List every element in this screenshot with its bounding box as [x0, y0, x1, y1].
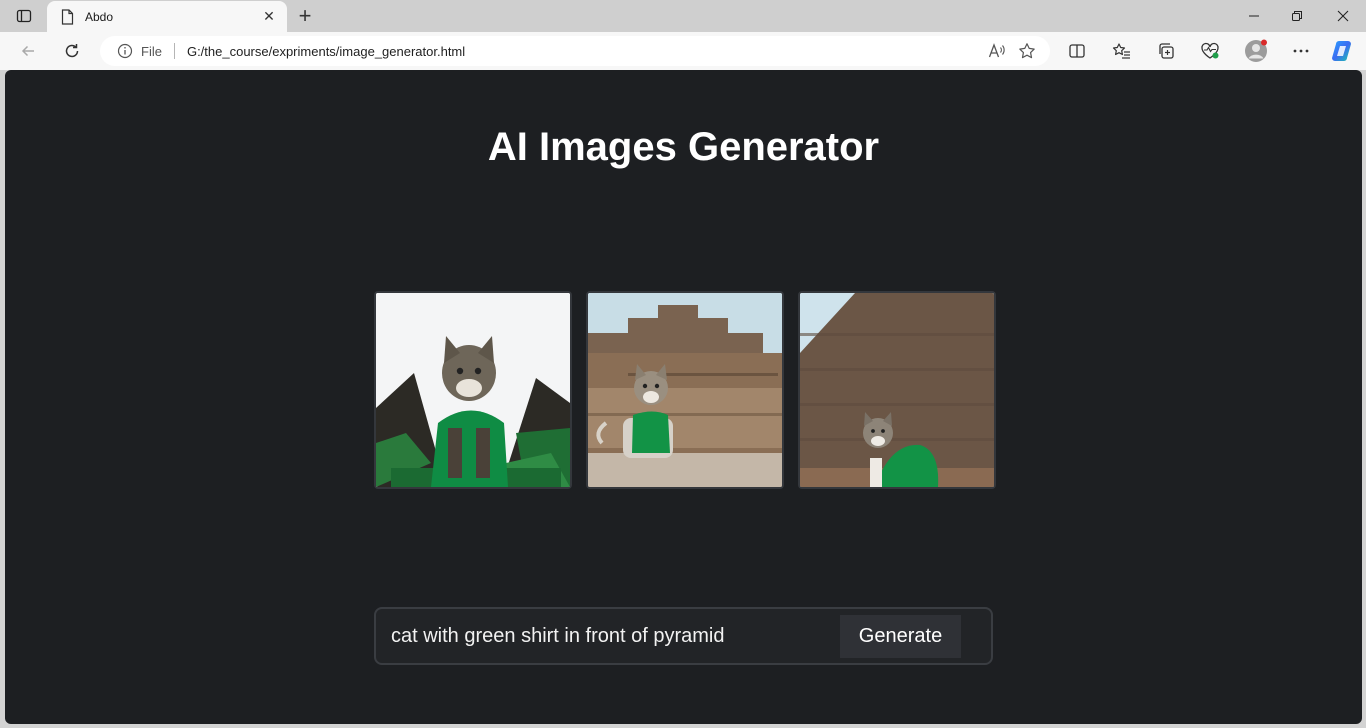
- address-divider: [173, 43, 175, 59]
- address-bar[interactable]: File G:/the_course/expriments/image_gene…: [100, 36, 1050, 66]
- page-viewport: AI Images Generator cat with green shirt…: [5, 70, 1362, 724]
- info-icon[interactable]: [116, 42, 134, 60]
- collections-icon[interactable]: [1151, 37, 1181, 65]
- tab-title: Abdo: [85, 9, 114, 24]
- new-tab-icon[interactable]: +: [292, 3, 318, 29]
- close-tab-icon[interactable]: ✕: [261, 8, 277, 25]
- page-title: AI Images Generator: [487, 125, 880, 169]
- split-screen-icon[interactable]: [1062, 37, 1092, 65]
- cat-green-shirt-image-2-icon: [588, 293, 782, 487]
- close-window-icon[interactable]: [1320, 0, 1366, 32]
- browser-tab[interactable]: Abdo ✕: [47, 1, 287, 32]
- url-text[interactable]: G:/the_course/expriments/image_generator…: [187, 44, 982, 59]
- generate-button[interactable]: Generate: [840, 614, 961, 658]
- copilot-icon[interactable]: [1328, 37, 1358, 65]
- browser-toolbar: File G:/the_course/expriments/image_gene…: [0, 32, 1366, 70]
- minimize-icon[interactable]: [1231, 0, 1277, 32]
- page-icon: [59, 8, 75, 25]
- tab-actions-icon[interactable]: [8, 4, 40, 28]
- image-gallery: [374, 291, 996, 489]
- profile-avatar-icon[interactable]: [1241, 37, 1271, 65]
- favorite-star-icon[interactable]: [1012, 37, 1042, 65]
- tab-strip: Abdo ✕ +: [0, 0, 1366, 32]
- generated-image-1[interactable]: [374, 291, 572, 489]
- favorites-icon[interactable]: [1107, 37, 1137, 65]
- read-aloud-icon[interactable]: [982, 37, 1012, 65]
- generated-image-3[interactable]: [798, 291, 996, 489]
- back-icon[interactable]: [13, 37, 43, 65]
- generated-image-2[interactable]: [586, 291, 784, 489]
- more-options-icon[interactable]: [1286, 37, 1316, 65]
- browser-essentials-icon[interactable]: [1195, 37, 1225, 65]
- cat-green-shirt-image-1-icon: [376, 293, 570, 487]
- restore-icon[interactable]: [1274, 0, 1320, 32]
- prompt-bar: Generate: [374, 607, 993, 665]
- refresh-icon[interactable]: [57, 37, 87, 65]
- prompt-input[interactable]: [391, 624, 840, 648]
- cat-green-shirt-image-3-icon: [800, 293, 994, 487]
- scheme-label: File: [141, 43, 162, 59]
